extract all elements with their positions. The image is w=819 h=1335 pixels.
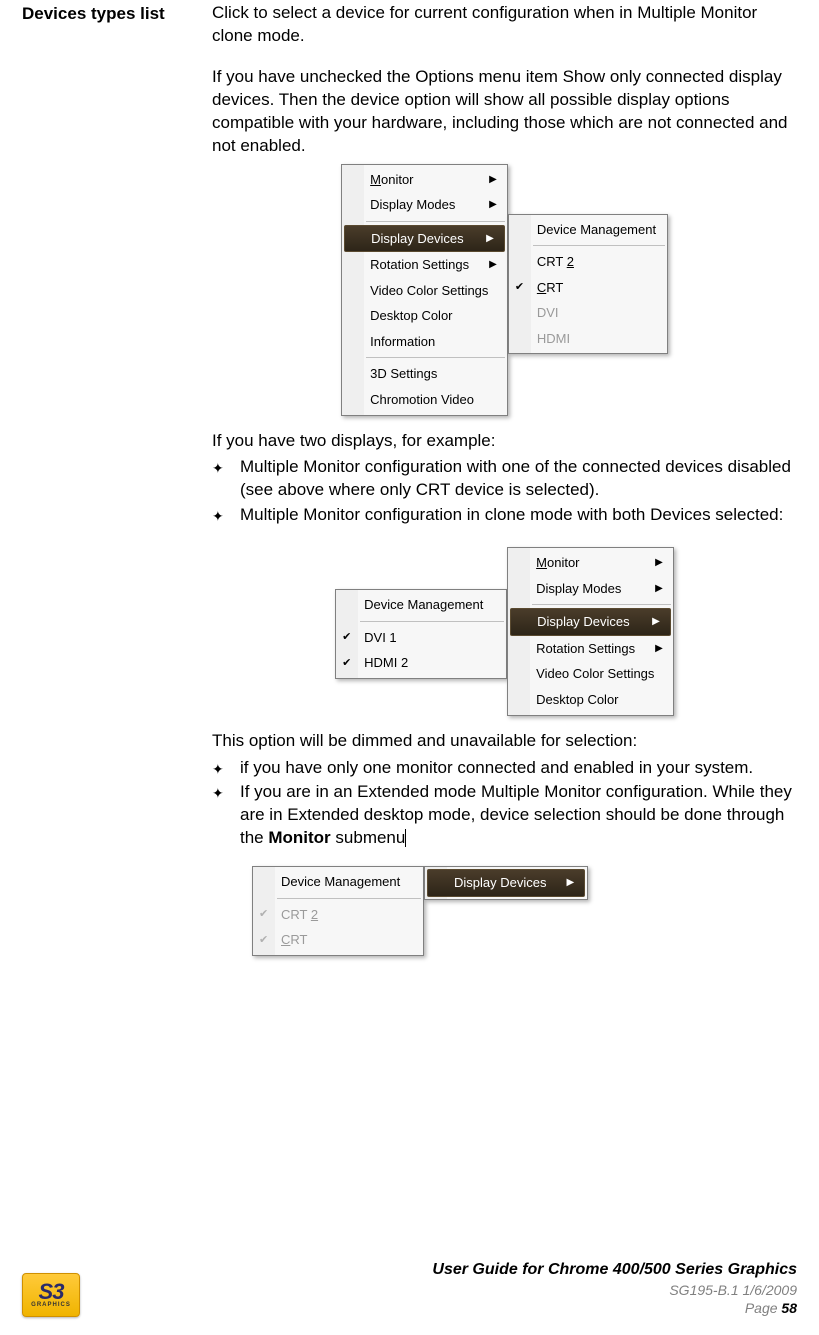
menu-item-3d-settings[interactable]: 3D Settings: [342, 361, 507, 387]
chevron-right-icon: ▶: [635, 582, 663, 596]
menu-item-display-modes[interactable]: Display Modes▶: [508, 576, 673, 602]
bullet-text: If you are in an Extended mode Multiple …: [240, 781, 797, 850]
text-cursor: [405, 829, 406, 847]
page-number: Page 58: [432, 1299, 797, 1317]
chevron-right-icon: ▶: [469, 198, 497, 212]
submenu-header-device-management[interactable]: Device Management: [336, 592, 506, 618]
chevron-right-icon: ▶: [632, 615, 660, 629]
chevron-right-icon: ▶: [635, 556, 663, 570]
footer-text: User Guide for Chrome 400/500 Series Gra…: [432, 1260, 797, 1317]
bullet-icon: ✦: [212, 504, 240, 526]
doc-title: User Guide for Chrome 400/500 Series Gra…: [432, 1260, 797, 1281]
s3-graphics-logo: S3 GRAPHICS: [22, 1273, 80, 1317]
check-icon: ✔: [259, 907, 268, 922]
screenshot-menu-2: Device Management ✔DVI 1 ✔HDMI 2 Monitor…: [212, 547, 797, 715]
bullet-text: if you have only one monitor connected a…: [240, 757, 797, 780]
screenshot-menu-3: Device Management ✔CRT 2 ✔CRT Display De…: [212, 866, 797, 956]
menu-item-display-devices[interactable]: Display Devices▶: [344, 225, 505, 253]
submenu-item-crt2[interactable]: CRT 2: [509, 249, 667, 275]
check-icon: ✔: [342, 656, 351, 671]
menu-item-display-devices[interactable]: Display Devices▶: [427, 869, 585, 897]
chevron-right-icon: ▶: [635, 642, 663, 656]
menu-item-chromotion-video[interactable]: Chromotion Video: [342, 387, 507, 413]
menu-item-rotation-settings[interactable]: Rotation Settings▶: [508, 636, 673, 662]
submenu-item-hdmi: HDMI: [509, 326, 667, 352]
section-heading: Devices types list: [22, 2, 212, 24]
menu-item-rotation-settings[interactable]: Rotation Settings▶: [342, 252, 507, 278]
submenu-item-crt2: ✔CRT 2: [253, 902, 423, 928]
menu-item-video-color-settings[interactable]: Video Color Settings: [508, 661, 673, 687]
bullet-text: Multiple Monitor configuration with one …: [240, 456, 797, 502]
screenshot-menu-1: Monitor▶ Display Modes▶ Display Devices▶…: [212, 164, 797, 416]
chevron-right-icon: ▶: [469, 173, 497, 187]
menu-item-display-modes[interactable]: Display Modes▶: [342, 192, 507, 218]
check-icon: ✔: [515, 280, 524, 295]
paragraph: If you have unchecked the Options menu i…: [212, 66, 797, 158]
menu-item-information[interactable]: Information: [342, 329, 507, 355]
submenu-item-crt[interactable]: ✔CRT: [509, 275, 667, 301]
chevron-right-icon: ▶: [469, 258, 497, 272]
check-icon: ✔: [342, 630, 351, 645]
menu-item-display-devices[interactable]: Display Devices▶: [510, 608, 671, 636]
menu-item-desktop-color[interactable]: Desktop Color: [342, 303, 507, 329]
submenu-item-dvi1[interactable]: ✔DVI 1: [336, 625, 506, 651]
paragraph: Click to select a device for current con…: [212, 2, 797, 48]
menu-item-monitor[interactable]: Monitor▶: [508, 550, 673, 576]
doc-meta: SG195-B.1 1/6/2009: [432, 1281, 797, 1299]
chevron-right-icon: ▶: [546, 876, 574, 890]
paragraph: This option will be dimmed and unavailab…: [212, 730, 797, 753]
check-icon: ✔: [259, 933, 268, 948]
submenu-header-device-management[interactable]: Device Management: [509, 217, 667, 243]
submenu-header-device-management[interactable]: Device Management: [253, 869, 423, 895]
bullet-icon: ✦: [212, 757, 240, 779]
submenu-item-dvi: DVI: [509, 300, 667, 326]
bullet-icon: ✦: [212, 781, 240, 803]
menu-item-desktop-color[interactable]: Desktop Color: [508, 687, 673, 713]
menu-item-monitor[interactable]: Monitor▶: [342, 167, 507, 193]
menu-item-video-color-settings[interactable]: Video Color Settings: [342, 278, 507, 304]
bullet-text: Multiple Monitor configuration in clone …: [240, 504, 797, 527]
bullet-icon: ✦: [212, 456, 240, 478]
chevron-right-icon: ▶: [466, 232, 494, 246]
submenu-item-crt: ✔CRT: [253, 927, 423, 953]
paragraph: If you have two displays, for example:: [212, 430, 797, 453]
submenu-item-hdmi2[interactable]: ✔HDMI 2: [336, 650, 506, 676]
